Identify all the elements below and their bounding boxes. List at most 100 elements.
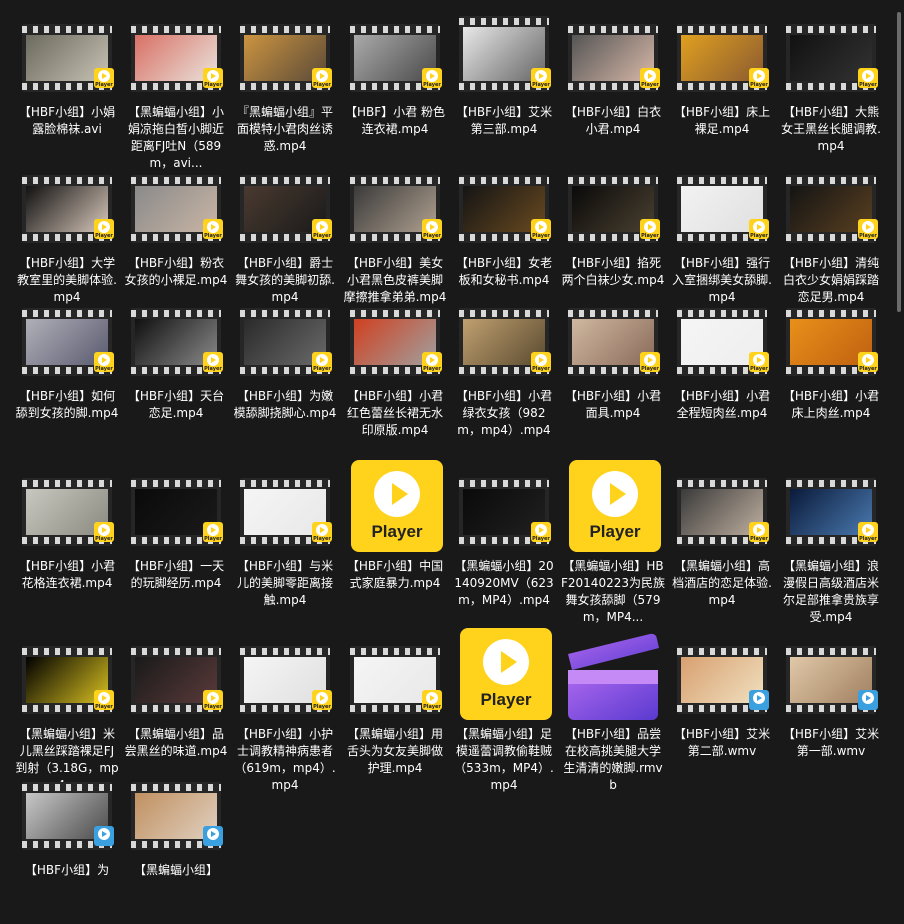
file-thumbnail[interactable]: Player — [558, 157, 666, 253]
file-thumbnail[interactable]: Player — [230, 6, 338, 102]
file-thumbnail[interactable]: Player — [340, 628, 448, 724]
file-item[interactable]: 【HBF小组】为 — [12, 764, 120, 924]
file-thumbnail[interactable]: Player — [340, 157, 448, 253]
file-thumbnail[interactable]: Player — [121, 460, 229, 556]
badge-label: Player — [204, 82, 222, 88]
file-thumbnail[interactable]: Player — [667, 460, 775, 556]
play-triangle-icon — [753, 354, 765, 366]
file-item[interactable]: Player 【HBF小组】大熊女王黑丝长腿调教.mp4 — [776, 6, 884, 166]
file-item[interactable]: Player 【黑蝙蝠小组】高档酒店的恋足体验.mp4 — [667, 460, 775, 620]
file-thumbnail[interactable] — [558, 628, 666, 724]
file-item[interactable]: Player 【HBF小组】如何舔到女孩的脚.mp4 — [12, 290, 120, 450]
file-name: 【HBF小组】艾米第一部.wmv — [782, 727, 880, 758]
badge-label: Player — [750, 82, 768, 88]
file-thumbnail[interactable]: Player — [12, 460, 120, 556]
file-item[interactable]: Player 【HBF小组】小君花格连衣裙.mp4 — [12, 460, 120, 620]
play-badge-icon: Player — [203, 352, 223, 372]
badge-label: Player — [641, 233, 659, 239]
file-thumbnail[interactable]: Player — [230, 157, 338, 253]
badge-label: Player — [859, 366, 877, 372]
file-thumbnail[interactable]: Player — [121, 6, 229, 102]
file-item[interactable]: Player 【HBF小组】小护士调教精神病患者（619m，mp4）.mp4 — [230, 628, 338, 792]
file-thumbnail[interactable]: Player — [230, 460, 338, 556]
file-item[interactable]: Player 【HBF小组】小娟露脸棉袜.avi — [12, 6, 120, 166]
file-thumbnail[interactable]: Player — [667, 6, 775, 102]
badge-label: Player — [532, 233, 550, 239]
file-thumbnail[interactable]: Player — [558, 290, 666, 386]
file-thumbnail[interactable]: Player — [449, 157, 557, 253]
player-app-icon: Player — [351, 460, 443, 552]
file-name: 【HBF小组】小君花格连衣裙.mp4 — [18, 559, 116, 590]
file-thumbnail[interactable]: Player — [776, 157, 884, 253]
play-triangle-icon — [426, 70, 438, 82]
file-thumbnail[interactable]: Player — [121, 290, 229, 386]
file-item[interactable]: 【黑蝙蝠小组】 — [121, 764, 229, 924]
file-item[interactable]: 【HBF小组】艾米第二部.wmv — [667, 628, 775, 788]
film-sprockets — [240, 26, 330, 33]
file-thumbnail[interactable]: Player — [12, 628, 120, 724]
file-item[interactable]: Player 【黑蝙蝠小组】足模遥蕾调教偷鞋贼（533m，MP4）.mp4 — [449, 628, 557, 792]
file-thumbnail[interactable]: Player — [776, 6, 884, 102]
file-thumbnail[interactable] — [121, 764, 229, 860]
file-item[interactable]: Player 【HBF小组】一天的玩脚经历.mp4 — [121, 460, 229, 620]
file-item[interactable]: 【HBF小组】品尝在校高挑美腿大学生清清的嫩脚.rmvb — [558, 628, 666, 792]
film-sprockets — [240, 177, 330, 184]
file-item[interactable]: Player 【HBF小组】白衣小君.mp4 — [558, 6, 666, 166]
file-item[interactable]: 【HBF小组】艾米第一部.wmv — [776, 628, 884, 788]
file-item[interactable]: Player 【黑蝙蝠小组】20140920MV（623m，MP4）.mp4 — [449, 460, 557, 620]
play-badge-icon: Player — [531, 68, 551, 88]
file-thumbnail[interactable]: Player — [121, 157, 229, 253]
file-thumbnail[interactable]: Player — [776, 460, 884, 556]
play-badge-icon: Player — [312, 219, 332, 239]
file-thumbnail[interactable]: Player — [449, 290, 557, 386]
file-item[interactable]: Player 【HBF小组】小君床上肉丝.mp4 — [776, 290, 884, 450]
file-thumbnail[interactable]: Player — [449, 6, 557, 102]
file-thumbnail[interactable]: Player — [449, 460, 557, 556]
file-thumbnail[interactable]: Player — [340, 6, 448, 102]
file-thumbnail[interactable]: Player — [230, 290, 338, 386]
file-item[interactable]: Player 【HBF小组】小君 绿衣女孩（982m，mp4）.mp4 — [449, 290, 557, 450]
file-thumbnail[interactable]: Player — [667, 157, 775, 253]
file-item[interactable]: Player 【黑蝙蝠小组】小娟凉拖白皙小脚近距离FJ吐N（589m，avi... — [121, 6, 229, 170]
file-name: 【黑蝙蝠小组】高档酒店的恋足体验.mp4 — [672, 559, 772, 607]
file-thumbnail[interactable] — [667, 628, 775, 724]
file-thumbnail[interactable]: Player — [12, 157, 120, 253]
file-item[interactable]: Player 【黑蝙蝠小组】HBF20140223为民族舞女孩舔脚（579m，MP… — [558, 460, 666, 624]
file-thumbnail[interactable]: Player — [340, 290, 448, 386]
scrollbar[interactable] — [894, 0, 904, 842]
file-thumbnail[interactable]: Player — [776, 290, 884, 386]
file-thumbnail[interactable]: Player — [449, 628, 557, 724]
play-badge-icon: Player — [203, 219, 223, 239]
file-item[interactable]: Player 『黑蝙蝠小组』平面模特小君肉丝诱惑.mp4 — [230, 6, 338, 166]
file-thumbnail[interactable]: Player — [340, 460, 448, 556]
play-triangle-icon — [316, 354, 328, 366]
file-item[interactable]: Player 【HBF小组】小君 红色蕾丝长裙无水印原版.mp4 — [340, 290, 448, 450]
file-thumbnail[interactable] — [776, 628, 884, 724]
file-item[interactable]: Player 【HBF小组】为嫩模舔脚挠脚心.mp4 — [230, 290, 338, 450]
file-item[interactable]: Player 【HBF】小君 粉色连衣裙.mp4 — [340, 6, 448, 166]
file-thumbnail[interactable]: Player — [121, 628, 229, 724]
file-item[interactable]: Player 【HBF小组】艾米第三部.mp4 — [449, 6, 557, 166]
file-thumbnail[interactable]: Player — [12, 290, 120, 386]
file-name: 【HBF小组】小君床上肉丝.mp4 — [782, 389, 880, 420]
file-item[interactable]: Player 【黑蝙蝠小组】用舌头为女友美脚做护理.mp4 — [340, 628, 448, 788]
file-thumbnail[interactable]: Player — [12, 6, 120, 102]
file-thumbnail[interactable]: Player — [558, 460, 666, 556]
file-item[interactable]: Player 【HBF小组】小君 全程短肉丝.mp4 — [667, 290, 775, 450]
file-thumbnail[interactable]: Player — [230, 628, 338, 724]
badge-label: Player — [423, 366, 441, 372]
file-item[interactable]: Player 【HBF小组】与米儿的美脚零距离接触.mp4 — [230, 460, 338, 620]
play-badge-icon: Player — [94, 522, 114, 542]
file-item[interactable]: Player 【HBF小组】床上裸足.mp4 — [667, 6, 775, 166]
file-item[interactable]: Player 【HBF小组】小君 面具.mp4 — [558, 290, 666, 450]
file-item[interactable]: Player 【黑蝙蝠小组】浪漫假日高级酒店米尔足部推拿贵族享受.mp4 — [776, 460, 884, 624]
scrollbar-thumb[interactable] — [897, 12, 901, 312]
play-triangle-icon — [316, 524, 328, 536]
file-thumbnail[interactable] — [12, 764, 120, 860]
play-badge-icon: Player — [94, 690, 114, 710]
file-thumbnail[interactable]: Player — [558, 6, 666, 102]
file-item[interactable]: Player 【HBF小组】天台恋足.mp4 — [121, 290, 229, 450]
file-item[interactable]: Player 【HBF小组】中国式家庭暴力.mp4 — [340, 460, 448, 620]
file-thumbnail[interactable]: Player — [667, 290, 775, 386]
badge-label: Player — [204, 233, 222, 239]
